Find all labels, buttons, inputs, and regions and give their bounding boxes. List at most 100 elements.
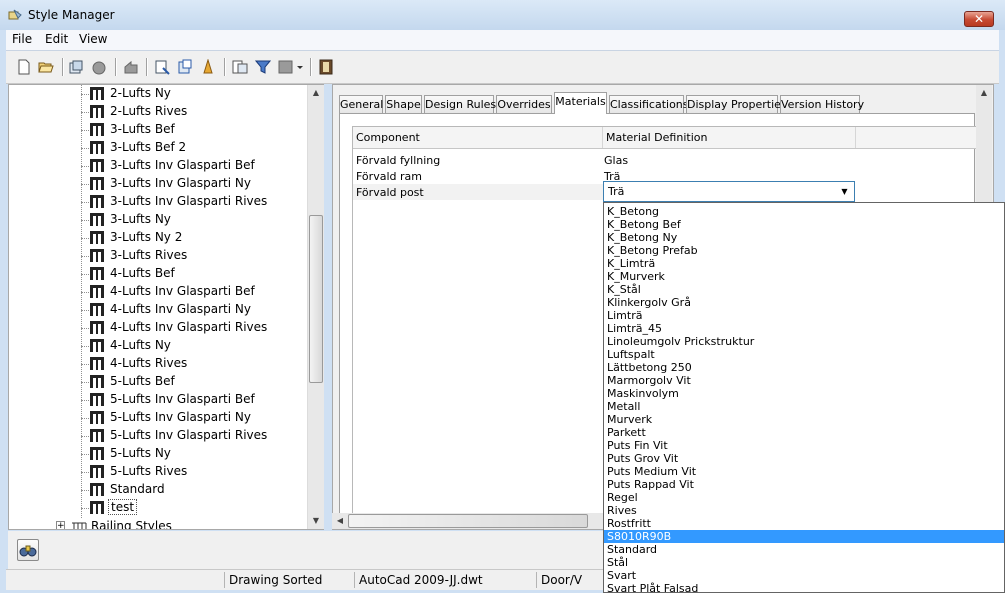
tree-scroll-thumb[interactable] xyxy=(309,215,323,383)
dropdown-option[interactable]: Luftspalt xyxy=(604,348,1004,361)
tree-item[interactable]: 2-Lufts Ny xyxy=(9,85,309,103)
tree-item[interactable]: 3-Lufts Inv Glasparti Bef xyxy=(9,157,309,175)
tree-connector xyxy=(81,202,89,203)
title-bar[interactable]: Style Manager ✕ xyxy=(0,0,1005,30)
tree-item[interactable]: 4-Lufts Rives xyxy=(9,355,309,373)
dropdown-option[interactable]: Metall xyxy=(604,400,1004,413)
dropdown-option[interactable]: Puts Grov Vit xyxy=(604,452,1004,465)
close-button[interactable]: ✕ xyxy=(964,11,994,27)
dropdown-option[interactable]: K_Betong Bef xyxy=(604,218,1004,231)
open-icon[interactable] xyxy=(38,59,54,75)
tree-item[interactable]: 4-Lufts Ny xyxy=(9,337,309,355)
tree-item[interactable]: Standard xyxy=(9,481,309,499)
grid-row[interactable]: Förvald post xyxy=(353,184,603,200)
tree-item[interactable]: 4-Lufts Inv Glasparti Rives xyxy=(9,319,309,337)
tab-version-history[interactable]: Version History xyxy=(780,95,864,113)
dropdown-option[interactable]: K_Betong Prefab xyxy=(604,244,1004,257)
dropdown-option[interactable]: Limträ xyxy=(604,309,1004,322)
funnel-icon[interactable] xyxy=(255,59,271,75)
dropdown-option[interactable]: Linoleumgolv Prickstruktur xyxy=(604,335,1004,348)
header-material-definition[interactable]: Material Definition xyxy=(606,131,707,144)
horizontal-scroll-thumb[interactable] xyxy=(348,514,588,528)
dropdown-option[interactable]: Regel xyxy=(604,491,1004,504)
dropdown-option[interactable]: Limträ_45 xyxy=(604,322,1004,335)
tab-overrides[interactable]: Overrides xyxy=(496,95,552,113)
dropdown-option[interactable]: Maskinvolym xyxy=(604,387,1004,400)
scroll-up-arrow-icon[interactable]: ▲ xyxy=(308,85,324,101)
filter-icon[interactable] xyxy=(154,59,170,75)
dropdown-option[interactable]: Puts Fin Vit xyxy=(604,439,1004,452)
tree-item[interactable]: 3-Lufts Inv Glasparti Ny xyxy=(9,175,309,193)
tree-item[interactable]: 3-Lufts Rives xyxy=(9,247,309,265)
tree-item[interactable]: test xyxy=(9,499,309,517)
tree-item[interactable]: 4-Lufts Inv Glasparti Ny xyxy=(9,301,309,319)
dropdown-option[interactable]: K_Limträ xyxy=(604,257,1004,270)
tree-item[interactable]: 5-Lufts Rives xyxy=(9,463,309,481)
sort-icon[interactable] xyxy=(123,59,139,75)
material-definition-combo[interactable]: Trä ▼ xyxy=(603,181,855,202)
tree-item[interactable]: 3-Lufts Ny xyxy=(9,211,309,229)
dropdown-option[interactable]: K_Betong xyxy=(604,205,1004,218)
tree-vertical-scrollbar[interactable]: ▲ ▼ xyxy=(307,85,324,529)
tree-item[interactable]: 5-Lufts Inv Glasparti Bef xyxy=(9,391,309,409)
menu-view[interactable]: View xyxy=(79,32,107,46)
tree-item[interactable]: 4-Lufts Bef xyxy=(9,265,309,283)
scroll-up-arrow-icon[interactable]: ▲ xyxy=(976,85,992,101)
dropdown-option[interactable]: Lättbetong 250 xyxy=(604,361,1004,374)
display-mode-icon[interactable] xyxy=(278,59,294,75)
material-dropdown-list[interactable]: K_Betong K_Betong Bef K_Betong Ny K_Betong … xyxy=(603,202,1005,593)
tree-item[interactable]: 3-Lufts Bef 2 xyxy=(9,139,309,157)
dropdown-option[interactable]: Standard xyxy=(604,543,1004,556)
tab-classifications[interactable]: Classifications xyxy=(609,95,689,113)
tab-general[interactable]: General xyxy=(339,95,383,113)
tab-design-rules[interactable]: Design Rules xyxy=(424,95,496,113)
dropdown-arrow-icon[interactable] xyxy=(296,59,304,75)
copy-style-icon[interactable] xyxy=(68,59,84,75)
dropdown-option[interactable]: S8010R90B xyxy=(604,530,1004,543)
tree-item[interactable]: 3-Lufts Ny 2 xyxy=(9,229,309,247)
tree-item[interactable]: 5-Lufts Inv Glasparti Ny xyxy=(9,409,309,427)
dropdown-option[interactable]: K_Betong Ny xyxy=(604,231,1004,244)
tree-group-railing-styles[interactable]: + Railing Styles xyxy=(9,518,309,529)
expand-icon[interactable]: + xyxy=(56,521,65,529)
tab-materials[interactable]: Materials xyxy=(554,92,607,114)
book-icon[interactable] xyxy=(318,59,334,75)
dropdown-option[interactable]: Svart xyxy=(604,569,1004,582)
dropdown-option[interactable]: Rives xyxy=(604,504,1004,517)
tree-item[interactable]: 4-Lufts Inv Glasparti Bef xyxy=(9,283,309,301)
scroll-down-arrow-icon[interactable]: ▼ xyxy=(308,513,324,529)
dropdown-option[interactable]: Stål xyxy=(604,556,1004,569)
tree-item[interactable]: 5-Lufts Inv Glasparti Rives xyxy=(9,427,309,445)
menu-edit[interactable]: Edit xyxy=(45,32,68,46)
panel-horizontal-scrollbar[interactable]: ◀ xyxy=(332,513,604,529)
dropdown-option[interactable]: Puts Medium Vit xyxy=(604,465,1004,478)
binoculars-button[interactable] xyxy=(17,539,39,561)
tab-display-properties[interactable]: Display Properties xyxy=(686,95,787,113)
purge-icon[interactable] xyxy=(91,59,107,75)
style-tree[interactable]: 2-Lufts Ny 2-Lufts Rives 3-Lufts Bef 3-Luft… xyxy=(8,84,324,530)
dropdown-option[interactable]: K_Murverk xyxy=(604,270,1004,283)
scroll-left-arrow-icon[interactable]: ◀ xyxy=(332,513,348,529)
dropdown-option[interactable]: Marmorgolv Vit xyxy=(604,374,1004,387)
grid-row[interactable]: Förvald fyllning Glas xyxy=(353,152,977,168)
new-icon[interactable] xyxy=(16,59,32,75)
chevron-down-icon[interactable]: ▼ xyxy=(837,184,852,199)
dropdown-option[interactable]: Klinkergolv Grå xyxy=(604,296,1004,309)
tree-item[interactable]: 2-Lufts Rives xyxy=(9,103,309,121)
tree-item[interactable]: 5-Lufts Bef xyxy=(9,373,309,391)
tree-item[interactable]: 3-Lufts Bef xyxy=(9,121,309,139)
menu-file[interactable]: File xyxy=(12,32,32,46)
dropdown-option[interactable]: Rostfritt xyxy=(604,517,1004,530)
tab-shape[interactable]: Shape xyxy=(385,95,422,113)
dropdown-option[interactable]: Murverk xyxy=(604,413,1004,426)
tree-item[interactable]: 5-Lufts Ny xyxy=(9,445,309,463)
dropdown-option[interactable]: Puts Rappad Vit xyxy=(604,478,1004,491)
inventory-icon[interactable] xyxy=(232,59,248,75)
dropdown-option[interactable]: Parkett xyxy=(604,426,1004,439)
properties-icon[interactable] xyxy=(177,59,193,75)
header-component[interactable]: Component xyxy=(356,131,420,144)
toggle-view-icon[interactable] xyxy=(200,59,216,75)
dropdown-option[interactable]: K_Stål xyxy=(604,283,1004,296)
tree-item[interactable]: 3-Lufts Inv Glasparti Rives xyxy=(9,193,309,211)
dropdown-option[interactable]: Svart Plåt Falsad xyxy=(604,582,1004,592)
